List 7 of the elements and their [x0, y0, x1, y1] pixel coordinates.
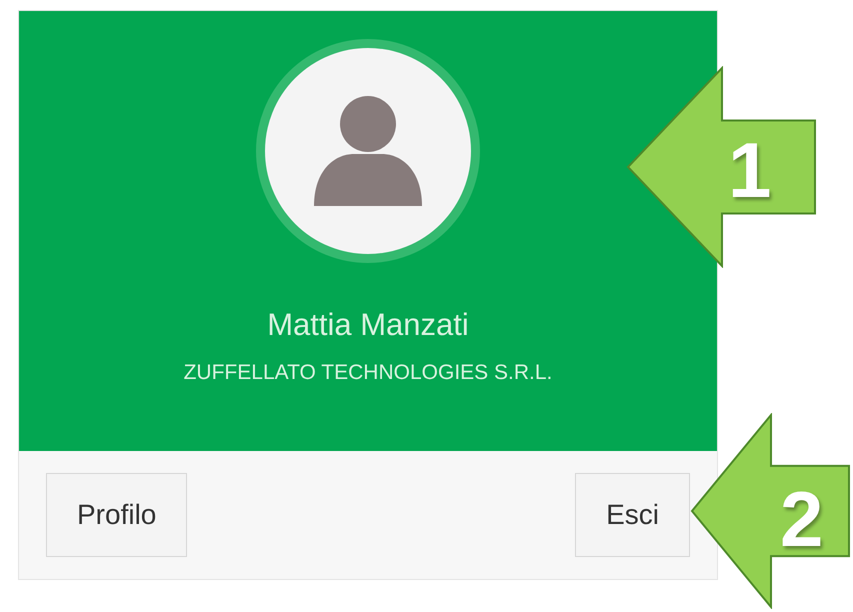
- user-name: Mattia Manzati: [267, 307, 469, 343]
- company-name: ZUFFELLATO TECHNOLOGIES S.R.L.: [184, 361, 552, 385]
- profile-button[interactable]: Profilo: [46, 473, 188, 557]
- user-icon: [314, 96, 422, 206]
- logout-button[interactable]: Esci: [575, 473, 690, 557]
- callout-number: 1: [728, 131, 772, 209]
- callout-number: 2: [780, 480, 824, 558]
